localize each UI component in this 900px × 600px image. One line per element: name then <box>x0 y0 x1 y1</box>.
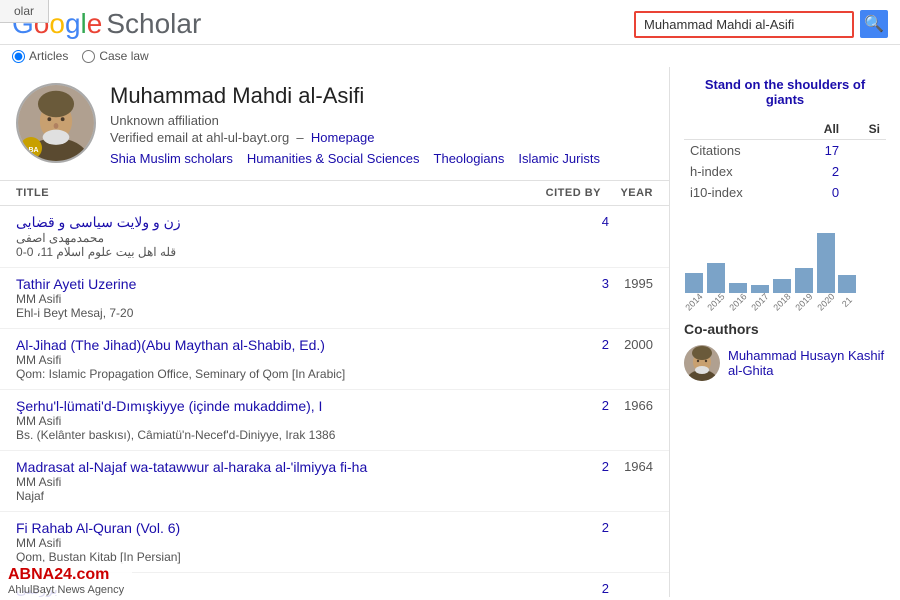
stat-si-1 <box>845 161 886 182</box>
profile-header: ABA Muhammad Mahdi al-Asifi Unknown affi… <box>0 67 669 176</box>
paper-title-5[interactable]: Fi Rahab Al-Quran (Vol. 6) <box>16 520 521 536</box>
stat-si-0 <box>845 140 886 162</box>
profile-email: Verified email at ahl-ul-bayt.org – Home… <box>110 130 600 145</box>
paper-year-2: 2000 <box>609 329 669 390</box>
paper-authors-2: MM Asifi <box>16 353 521 367</box>
stats-table: All Si Citations 17 h-index 2 i10-index … <box>684 119 886 203</box>
search-icon: 🔍 <box>864 14 884 34</box>
paper-title-0[interactable]: زن و ولایت سیاسی و قضایی <box>16 214 521 231</box>
bar-2: 2016 <box>728 283 748 307</box>
stat-label-2: i10-index <box>684 182 797 203</box>
stat-label-1: h-index <box>684 161 797 182</box>
col-title: TITLE <box>0 181 529 206</box>
stats-row: Citations 17 <box>684 140 886 162</box>
tags: Shia Muslim scholars Humanities & Social… <box>110 151 600 166</box>
left-panel: ABA Muhammad Mahdi al-Asifi Unknown affi… <box>0 67 670 597</box>
paper-cited-3[interactable]: 2 <box>529 390 609 451</box>
paper-year-5 <box>609 512 669 573</box>
filter-case-law[interactable]: Case law <box>82 49 148 63</box>
paper-year-0 <box>609 206 669 268</box>
paper-year-4: 1964 <box>609 451 669 512</box>
bar-4: 2018 <box>772 279 792 307</box>
coauthor-name-0[interactable]: Muhammad Husayn Kashif al-Ghita <box>728 348 886 378</box>
paper-cited-0[interactable]: 4 <box>529 206 609 268</box>
paper-authors-5: MM Asifi <box>16 536 521 550</box>
bar-chart: 201420152016201720182019202021 <box>684 217 886 307</box>
paper-venue-4: Najaf <box>16 489 521 503</box>
stats-row: i10-index 0 <box>684 182 886 203</box>
profile-name: Muhammad Mahdi al-Asifi <box>110 83 600 109</box>
bar-5: 2019 <box>794 268 814 307</box>
stat-all-0: 17 <box>797 140 845 162</box>
col-cited: CITED BY <box>529 181 609 206</box>
paper-title-3[interactable]: Şerhu'l-lümati'd-Dımışkiyye (içinde muka… <box>16 398 521 414</box>
stat-si-2 <box>845 182 886 203</box>
tab-title: olar <box>0 0 49 23</box>
paper-title-1[interactable]: Tathir Ayeti Uzerine <box>16 276 521 292</box>
papers-table: TITLE CITED BY YEAR زن و ولایت سیاسی و ق… <box>0 180 669 597</box>
paper-title-4[interactable]: Madrasat al-Najaf wa-tatawwur al-haraka … <box>16 459 521 475</box>
tag-humanities[interactable]: Humanities & Social Sciences <box>247 151 420 166</box>
bar-7: 21 <box>838 275 856 307</box>
stat-all-1: 2 <box>797 161 845 182</box>
coauthors-list: Muhammad Husayn Kashif al-Ghita <box>684 345 886 381</box>
paper-authors-3: MM Asifi <box>16 414 521 428</box>
bar-1: 2015 <box>706 263 726 307</box>
avatar-badge: ABA <box>20 137 42 159</box>
table-row: Şerhu'l-lümati'd-Dımışkiyye (içinde muka… <box>0 390 669 451</box>
homepage-link[interactable]: Homepage <box>311 130 375 145</box>
paper-authors-4: MM Asifi <box>16 475 521 489</box>
col-year: YEAR <box>609 181 669 206</box>
tag-shia[interactable]: Shia Muslim scholars <box>110 151 233 166</box>
paper-authors-1: MM Asifi <box>16 292 521 306</box>
bar-6: 2020 <box>816 233 836 307</box>
profile-affiliation: Unknown affiliation <box>110 113 600 128</box>
paper-cited-2[interactable]: 2 <box>529 329 609 390</box>
right-panel: Stand on the shoulders of giants All Si … <box>670 67 900 597</box>
paper-venue-1: Ehl-i Beyt Mesaj, 7-20 <box>16 306 521 320</box>
search-button[interactable]: 🔍 <box>860 10 888 38</box>
paper-venue-2: Qom: Islamic Propagation Office, Seminar… <box>16 367 521 381</box>
avatar: ABA <box>16 83 96 163</box>
paper-venue-3: Bs. (Kelânter baskısı), Câmiatü'n-Necef'… <box>16 428 521 442</box>
table-row: Tathir Ayeti Uzerine MM Asifi Ehl-i Beyt… <box>0 268 669 329</box>
paper-cited-4[interactable]: 2 <box>529 451 609 512</box>
stat-label-0: Citations <box>684 140 797 162</box>
giants-text: Stand on the shoulders of giants <box>684 77 886 107</box>
paper-title-2[interactable]: Al-Jihad (The Jihad)(Abu Maythan al-Shab… <box>16 337 521 353</box>
filter-articles[interactable]: Articles <box>12 49 68 63</box>
paper-year-6 <box>609 573 669 598</box>
profile-info: Muhammad Mahdi al-Asifi Unknown affiliat… <box>110 83 600 166</box>
bar-0: 2014 <box>684 273 704 307</box>
bar-3: 2017 <box>750 285 770 307</box>
coauthor-0: Muhammad Husayn Kashif al-Ghita <box>684 345 886 381</box>
search-input[interactable] <box>634 11 854 38</box>
table-row: Madrasat al-Najaf wa-tatawwur al-haraka … <box>0 451 669 512</box>
paper-venue-0: قله اهل بیت علوم اسلام 11، 0-0 <box>16 245 521 259</box>
svg-text:ABA: ABA <box>23 147 38 154</box>
paper-cited-6[interactable]: 2 <box>529 573 609 598</box>
stats-row: h-index 2 <box>684 161 886 182</box>
coauthor-avatar-0 <box>684 345 720 381</box>
coauthors-heading: Co-authors <box>684 321 886 337</box>
paper-year-1: 1995 <box>609 268 669 329</box>
stat-all-2: 0 <box>797 182 845 203</box>
tag-islamic-jurists[interactable]: Islamic Jurists <box>518 151 600 166</box>
table-row: Al-Jihad (The Jihad)(Abu Maythan al-Shab… <box>0 329 669 390</box>
paper-authors-0: محمدمهدی اصفی <box>16 231 521 245</box>
paper-cited-1[interactable]: 3 <box>529 268 609 329</box>
table-row: زن و ولایت سیاسی و قضایی محمدمهدی اصفی ق… <box>0 206 669 268</box>
tag-theologians[interactable]: Theologians <box>434 151 505 166</box>
paper-year-3: 1966 <box>609 390 669 451</box>
watermark: ABNA24.com AhlulBayt News Agency <box>0 562 132 600</box>
paper-cited-5[interactable]: 2 <box>529 512 609 573</box>
